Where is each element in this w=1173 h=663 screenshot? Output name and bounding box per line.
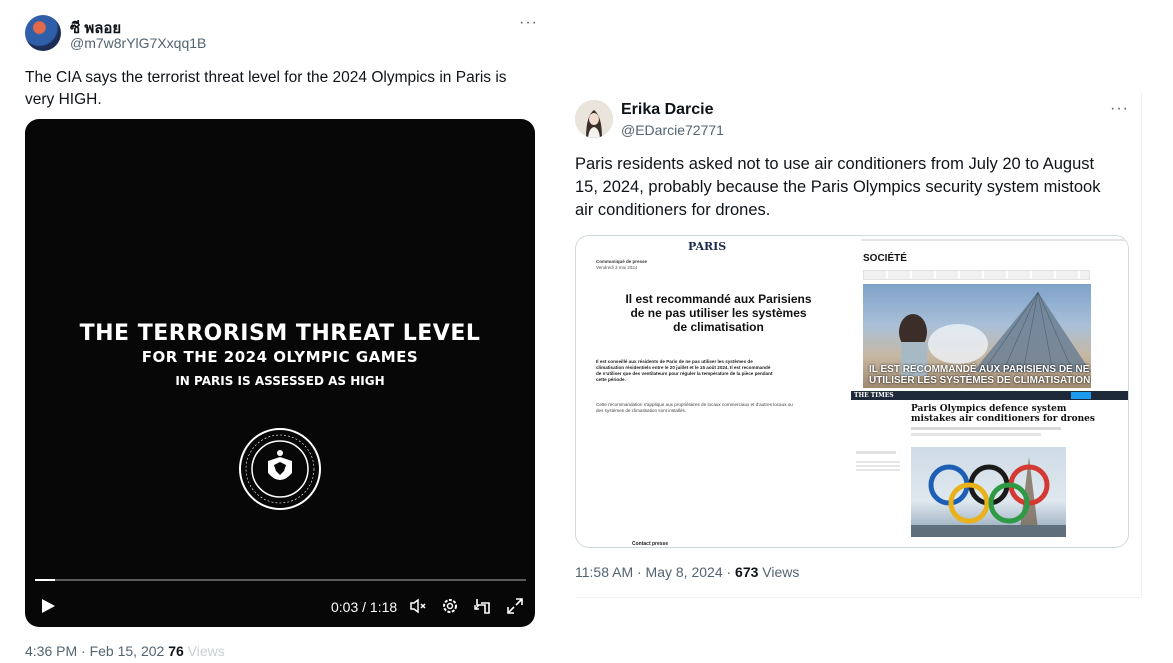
fountain-photo: IL EST RECOMMANDÉ AUX PARISIENS DE NE PA… — [863, 284, 1091, 388]
communique-date: Vendredi 3 mai 2024 — [596, 265, 638, 270]
press-headline-line: de climatisation — [673, 320, 764, 334]
video-caption-line1: THE TERRORISM THREAT LEVEL — [79, 321, 481, 346]
video-player[interactable]: THE TERRORISM THREAT LEVEL FOR THE 2024 … — [25, 119, 535, 627]
times-standfirst — [911, 433, 1041, 436]
communique-label: Communiqué de presse — [596, 259, 648, 264]
times-sidebar-text — [856, 461, 900, 473]
times-article-panel: THE TIMES Paris Olympics defence system … — [851, 391, 1128, 547]
olympic-rings-icon — [911, 457, 1066, 537]
olympic-rings-photo — [911, 447, 1066, 537]
tweet-divider — [575, 597, 1141, 598]
times-headline-line: Paris Olympics defence system — [911, 404, 1067, 414]
press-body-line: cette période. — [596, 377, 626, 382]
views-count: 673 — [735, 564, 759, 580]
tweet-text-line: very HIGH. — [25, 91, 102, 108]
times-topbar: THE TIMES — [851, 391, 1128, 400]
times-standfirst — [911, 427, 1061, 430]
press-headline-line: Il est recommandé aux Parisiens — [625, 292, 812, 306]
site-topbar — [861, 239, 1128, 241]
photo-overlay-line: UTILISER LES SYSTÈMES DE CLIMATISATION — [869, 375, 1091, 386]
tweet-text-line: The CIA says the terrorist threat level … — [25, 69, 507, 86]
user-handle[interactable]: @EDarcie72771 — [621, 122, 724, 138]
societe-heading: SOCIÉTÉ — [863, 253, 907, 264]
views-label: Views — [187, 643, 225, 659]
user-handle[interactable]: @m7w8rYlG7Xxqq1B — [70, 35, 206, 51]
more-options-icon[interactable]: ··· — [1110, 100, 1129, 118]
cia-seal-icon — [239, 428, 321, 510]
avatar-photo-icon — [575, 100, 613, 138]
fullscreen-icon[interactable] — [506, 597, 524, 615]
timestamp-text: 4:36 PM · Feb 15, 202 — [25, 643, 165, 659]
user-name[interactable]: Erika Darcie — [621, 101, 714, 119]
photo-overlay-text: IL EST RECOMMANDÉ AUX PARISIENS DE NE PA… — [869, 364, 1091, 386]
times-subscribe-button — [1071, 392, 1091, 399]
tweet-text-line: air conditioners for drones. — [575, 201, 771, 219]
press-body: Il est conseillé aux résidents de Paris … — [596, 359, 846, 383]
more-options-icon[interactable]: ··· — [519, 14, 538, 32]
video-progress-bar[interactable] — [35, 579, 526, 581]
video-progress-fill — [35, 579, 55, 581]
settings-icon[interactable] — [441, 597, 459, 615]
video-caption-line3: IN PARIS IS ASSESSED AS HIGH — [175, 374, 385, 388]
press-note: Cette recommandation s'applique aux prop… — [596, 402, 846, 414]
video-time: 0:03 / 1:18 — [331, 599, 398, 615]
paris-logo: PARIS — [688, 240, 727, 253]
press-release-panel: PARIS Communiqué de presse Vendredi 3 ma… — [576, 236, 861, 547]
site-nav-pills — [863, 270, 1090, 280]
news-site-panel: SOCIÉTÉ IL EST RECOMMANDÉ AUX PARISIENS … — [861, 236, 1128, 391]
press-headline: Il est recommandé aux Parisiens de ne pa… — [576, 292, 861, 334]
tweet-text-line: Paris residents asked not to use air con… — [575, 155, 1095, 173]
picture-in-picture-icon[interactable] — [473, 597, 491, 615]
mute-icon[interactable] — [409, 597, 427, 615]
press-headline-line: de ne pas utiliser les systèmes — [630, 306, 807, 320]
column-divider — [1141, 93, 1142, 598]
timestamp-text: 11:58 AM · May 8, 2024 · — [575, 564, 736, 580]
video-caption-line2: FOR THE 2024 OLYMPIC GAMES — [141, 348, 419, 366]
contact-presse: Contact presse — [632, 541, 669, 547]
avatar[interactable] — [575, 100, 613, 138]
tweet-timestamp[interactable]: 4:36 PM · Feb 15, 202 76 Views — [25, 643, 225, 659]
avatar[interactable] — [25, 15, 61, 51]
times-sidebar-text — [856, 451, 896, 454]
views-count: 76 — [168, 643, 184, 659]
photo-overlay-line: IL EST RECOMMANDÉ AUX PARISIENS DE NE PA… — [869, 364, 1091, 375]
press-note-line: des systèmes de climatisation sont insta… — [596, 408, 687, 413]
times-headline: Paris Olympics defence system mistakes a… — [911, 404, 1095, 424]
tweet-image[interactable]: PARIS Communiqué de presse Vendredi 3 ma… — [575, 235, 1129, 548]
tweet-timestamp[interactable]: 11:58 AM · May 8, 2024 · 673 Views — [575, 564, 799, 580]
times-headline-line: mistakes air conditioners for drones — [911, 414, 1095, 424]
tweet-text-line: 15, 2024, probably because the Paris Oly… — [575, 178, 1101, 196]
play-icon[interactable] — [39, 597, 57, 615]
times-logo: THE TIMES — [854, 392, 894, 399]
views-label: Views — [758, 564, 800, 580]
